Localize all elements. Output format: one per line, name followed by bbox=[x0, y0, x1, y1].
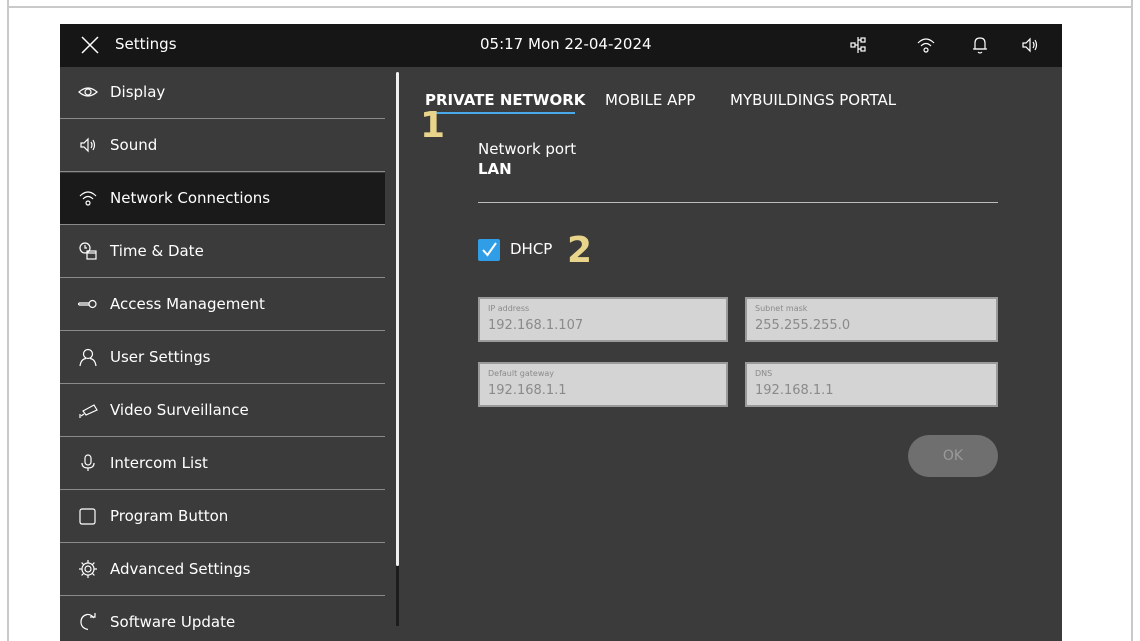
sidebar-scroll-track bbox=[396, 566, 399, 626]
top-bar: Settings 05:17 Mon 22-04-2024 bbox=[60, 24, 1062, 67]
tab-mobile-app[interactable]: MOBILE APP bbox=[605, 91, 695, 109]
field-value: 192.168.1.1 bbox=[488, 383, 567, 398]
network-port-label: Network port bbox=[478, 140, 577, 158]
field-label: Default gateway bbox=[488, 369, 554, 378]
page-title: Settings bbox=[115, 35, 177, 53]
default-gateway-field[interactable]: Default gateway 192.168.1.1 bbox=[478, 362, 728, 407]
sidebar-item-label: User Settings bbox=[110, 348, 211, 366]
sidebar-item-program-button[interactable]: Program Button bbox=[60, 491, 385, 543]
frame-left-border bbox=[7, 0, 9, 641]
sidebar-item-label: Access Management bbox=[110, 295, 265, 313]
divider bbox=[60, 171, 385, 172]
divider bbox=[60, 118, 385, 119]
datetime-display: 05:17 Mon 22-04-2024 bbox=[480, 35, 652, 53]
field-label: DNS bbox=[755, 369, 773, 378]
sidebar-item-label: Program Button bbox=[110, 507, 229, 525]
sidebar-item-label: Intercom List bbox=[110, 454, 208, 472]
sidebar-item-label: Display bbox=[110, 83, 166, 101]
callout-marker-1: 1 bbox=[420, 105, 446, 146]
subnet-mask-field[interactable]: Subnet mask 255.255.255.0 bbox=[745, 297, 998, 342]
device-screen: Settings 05:17 Mon 22-04-2024 Display So… bbox=[60, 24, 1062, 641]
field-label: Subnet mask bbox=[755, 304, 808, 313]
field-value: 255.255.255.0 bbox=[755, 318, 851, 333]
sidebar-item-label: Sound bbox=[110, 136, 158, 154]
speaker-icon bbox=[80, 137, 96, 153]
key-icon bbox=[78, 299, 97, 309]
square-button-icon bbox=[79, 508, 96, 525]
sidebar-item-time-date[interactable]: Time & Date bbox=[60, 226, 385, 278]
field-value: 192.168.1.1 bbox=[755, 383, 834, 398]
sidebar-item-label: Video Surveillance bbox=[110, 401, 249, 419]
divider bbox=[60, 330, 385, 331]
sidebar-item-advanced-settings[interactable]: Advanced Settings bbox=[60, 544, 385, 596]
sidebar-item-sound[interactable]: Sound bbox=[60, 120, 385, 172]
network-tree-icon[interactable] bbox=[848, 35, 868, 55]
divider bbox=[60, 595, 385, 596]
microphone-icon bbox=[81, 454, 95, 471]
dhcp-label: DHCP bbox=[510, 240, 553, 258]
wifi-icon[interactable] bbox=[916, 35, 936, 55]
callout-marker-2: 2 bbox=[567, 230, 593, 271]
divider bbox=[60, 277, 385, 278]
refresh-icon bbox=[80, 613, 96, 631]
divider bbox=[60, 436, 385, 437]
sidebar-item-video-surveillance[interactable]: Video Surveillance bbox=[60, 385, 385, 437]
camera-icon bbox=[79, 404, 98, 418]
settings-sidebar: Display Sound Network Connections Time &… bbox=[60, 67, 385, 641]
sidebar-scrollbar[interactable] bbox=[396, 72, 399, 566]
network-port-value: LAN bbox=[478, 160, 512, 178]
field-label: IP address bbox=[488, 304, 530, 313]
divider bbox=[478, 202, 998, 203]
sidebar-item-intercom-list[interactable]: Intercom List bbox=[60, 438, 385, 490]
sidebar-item-network-connections[interactable]: Network Connections bbox=[60, 173, 385, 225]
clock-calendar-icon bbox=[79, 242, 97, 260]
sidebar-item-access-management[interactable]: Access Management bbox=[60, 279, 385, 331]
ip-address-field[interactable]: IP address 192.168.1.107 bbox=[478, 297, 728, 342]
sidebar-item-label: Software Update bbox=[110, 613, 236, 631]
frame-top-border bbox=[7, 6, 1133, 8]
divider bbox=[60, 489, 385, 490]
divider bbox=[60, 542, 385, 543]
frame-right-border bbox=[1131, 0, 1133, 641]
divider bbox=[60, 224, 385, 225]
user-icon bbox=[79, 348, 97, 367]
active-tab-indicator bbox=[425, 112, 575, 114]
sidebar-item-label: Network Connections bbox=[110, 189, 271, 207]
ok-button[interactable]: OK bbox=[908, 435, 998, 477]
checkmark-icon bbox=[482, 242, 497, 257]
sidebar-item-label: Time & Date bbox=[110, 242, 204, 260]
dhcp-checkbox[interactable] bbox=[478, 239, 500, 261]
field-value: 192.168.1.107 bbox=[488, 318, 584, 333]
bell-icon[interactable] bbox=[970, 35, 990, 55]
divider bbox=[60, 383, 385, 384]
close-icon[interactable] bbox=[80, 35, 100, 55]
tab-private-network[interactable]: PRIVATE NETWORK bbox=[425, 91, 585, 109]
sidebar-item-user-settings[interactable]: User Settings bbox=[60, 332, 385, 384]
dns-field[interactable]: DNS 192.168.1.1 bbox=[745, 362, 998, 407]
tab-mybuildings-portal[interactable]: MYBUILDINGS PORTAL bbox=[730, 91, 896, 109]
wifi-icon bbox=[79, 191, 97, 206]
eye-icon bbox=[78, 87, 98, 97]
sidebar-item-software-update[interactable]: Software Update bbox=[60, 597, 385, 641]
sidebar-item-label: Advanced Settings bbox=[110, 560, 251, 578]
speaker-icon[interactable] bbox=[1020, 35, 1040, 55]
gear-icon bbox=[79, 560, 97, 578]
sidebar-item-display[interactable]: Display bbox=[60, 67, 385, 119]
